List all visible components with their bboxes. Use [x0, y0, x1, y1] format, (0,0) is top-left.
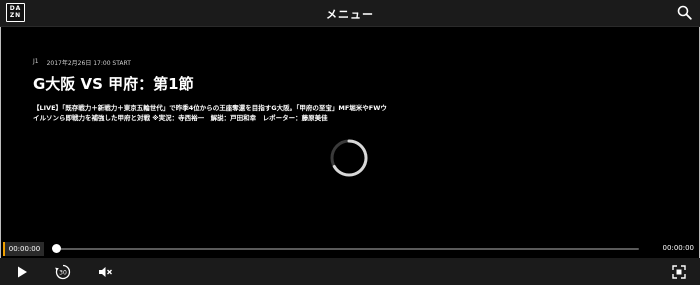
control-bar: 30 — [0, 258, 700, 285]
video-description: 【LIVE】「既存戦力＋新戦力＋東京五輪世代」で昨季4位からの王座奪還を目指すG… — [33, 104, 387, 122]
progress-track[interactable] — [56, 248, 639, 250]
skip-seconds: 30 — [59, 270, 67, 277]
video-title: G大阪 VS 甲府：第1節 — [33, 75, 194, 93]
start-datetime: 2017年2月26日 17:00 START — [46, 60, 131, 67]
play-icon[interactable] — [14, 264, 30, 280]
mute-icon[interactable] — [97, 264, 113, 280]
top-bar: DA ZN メニュー — [0, 0, 700, 27]
current-time: 00:00:00 — [3, 242, 44, 256]
competition-label: J1 — [33, 58, 39, 65]
search-icon[interactable] — [677, 5, 692, 20]
progress-handle[interactable] — [52, 244, 61, 253]
duration-time: 00:00:00 — [662, 244, 694, 252]
video-meta: J1 2017年2月26日 17:00 START — [33, 58, 393, 68]
fullscreen-icon[interactable] — [671, 264, 687, 280]
video-info: J1 2017年2月26日 17:00 START G大阪 VS 甲府：第1節 … — [33, 58, 393, 123]
skip-back-30-icon[interactable]: 30 — [54, 263, 72, 281]
loading-spinner-icon — [329, 138, 369, 178]
menu-button[interactable]: メニュー — [0, 6, 700, 22]
